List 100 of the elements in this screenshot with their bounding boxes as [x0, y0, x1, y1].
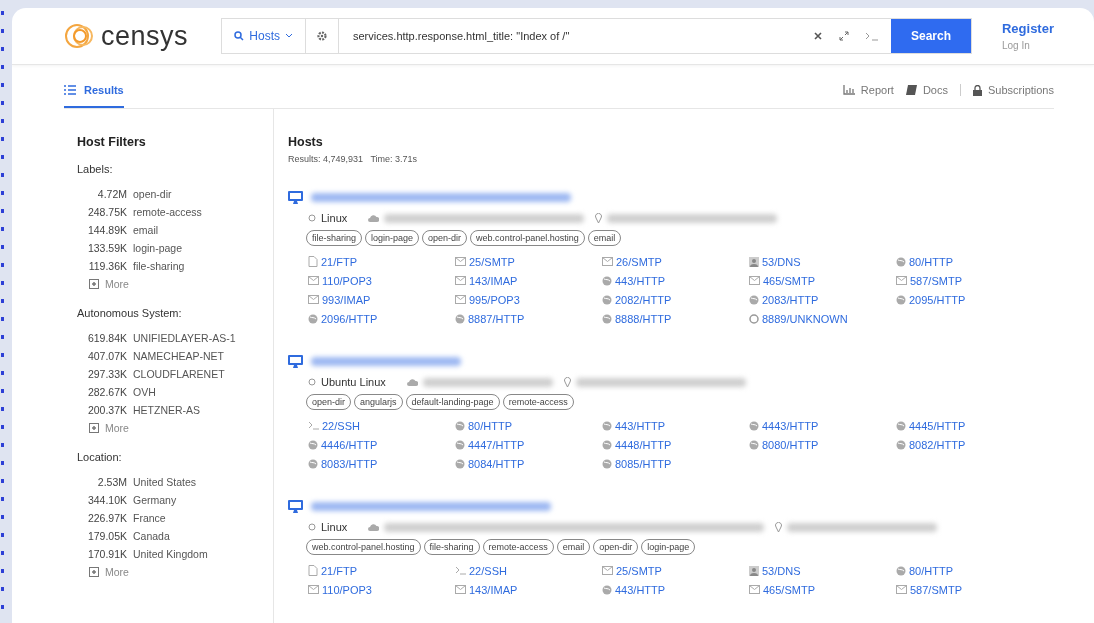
- port-link[interactable]: 4445/HTTP: [896, 416, 1043, 435]
- redacted-address[interactable]: [311, 356, 461, 366]
- port-link[interactable]: 993/IMAP: [308, 290, 455, 309]
- port-link[interactable]: 53/DNS: [749, 561, 896, 580]
- port-link[interactable]: 587/SMTP: [896, 271, 1043, 290]
- port-link[interactable]: 465/SMTP: [749, 580, 896, 599]
- filter-item[interactable]: 297.33K CLOUDFLARENET: [77, 365, 273, 383]
- port-link[interactable]: 8084/HTTP: [455, 454, 602, 473]
- globe-icon: [308, 313, 318, 324]
- report-link[interactable]: Report: [842, 84, 894, 96]
- globe-icon: [896, 256, 906, 267]
- redacted-address[interactable]: [311, 192, 571, 202]
- more-link[interactable]: More: [89, 419, 273, 437]
- port-link[interactable]: 8082/HTTP: [896, 435, 1043, 454]
- logo-wordmark: censys: [101, 20, 189, 52]
- envelope-icon: [455, 585, 466, 594]
- plus-box-icon: [89, 423, 99, 433]
- port-link[interactable]: 2095/HTTP: [896, 290, 1043, 309]
- file-icon: [308, 565, 318, 576]
- port-link[interactable]: 110/POP3: [308, 271, 455, 290]
- clear-icon[interactable]: [812, 31, 823, 42]
- filter-item[interactable]: 2.53M United States: [77, 473, 273, 491]
- port-link[interactable]: 110/POP3: [308, 580, 455, 599]
- login-link[interactable]: Log In: [1001, 40, 1054, 52]
- filter-item[interactable]: 4.72M open-dir: [77, 185, 273, 203]
- port-link[interactable]: 4443/HTTP: [749, 416, 896, 435]
- port-link[interactable]: 443/HTTP: [602, 271, 749, 290]
- filter-item[interactable]: 119.36K file-sharing: [77, 257, 273, 275]
- more-link[interactable]: More: [89, 563, 273, 581]
- envelope-icon: [896, 585, 907, 594]
- lock-icon: [972, 84, 982, 96]
- filter-item[interactable]: 619.84K UNIFIEDLAYER-AS-1: [77, 329, 273, 347]
- port-link[interactable]: 53/DNS: [749, 252, 896, 271]
- filter-item[interactable]: 179.05K Canada: [77, 527, 273, 545]
- port-link[interactable]: 21/FTP: [308, 561, 455, 580]
- filter-item[interactable]: 344.10K Germany: [77, 491, 273, 509]
- chevron-down-icon: [285, 33, 293, 40]
- port-link[interactable]: 8889/UNKNOWN: [749, 309, 896, 328]
- filter-item[interactable]: 144.89K email: [77, 221, 273, 239]
- port-link[interactable]: 4447/HTTP: [455, 435, 602, 454]
- port-link[interactable]: 587/SMTP: [896, 580, 1043, 599]
- envelope-icon: [602, 566, 613, 575]
- os-name: Ubuntu Linux: [321, 376, 386, 388]
- docs-link[interactable]: Docs: [905, 84, 948, 96]
- globe-icon: [749, 420, 759, 431]
- port-link[interactable]: 80/HTTP: [896, 252, 1043, 271]
- results-tab[interactable]: Results: [64, 84, 124, 108]
- port-link[interactable]: 80/HTTP: [896, 561, 1043, 580]
- port-link[interactable]: 2083/HTTP: [749, 290, 896, 309]
- port-link[interactable]: 22/SSH: [308, 416, 455, 435]
- port-link[interactable]: 465/SMTP: [749, 271, 896, 290]
- filter-item[interactable]: 226.97K France: [77, 509, 273, 527]
- port-link[interactable]: 80/HTTP: [455, 416, 602, 435]
- plus-box-icon: [89, 567, 99, 577]
- settings-icon: [316, 30, 328, 43]
- register-link[interactable]: Register: [1001, 21, 1054, 37]
- port-link[interactable]: 26/SMTP: [602, 252, 749, 271]
- port-link[interactable]: 2082/HTTP: [602, 290, 749, 309]
- filter-item[interactable]: 248.75K remote-access: [77, 203, 273, 221]
- port-link[interactable]: 4448/HTTP: [602, 435, 749, 454]
- envelope-icon: [308, 276, 319, 285]
- port-link[interactable]: 143/IMAP: [455, 580, 602, 599]
- port-link[interactable]: 8083/HTTP: [308, 454, 455, 473]
- port-link[interactable]: 21/FTP: [308, 252, 455, 271]
- port-link[interactable]: 25/SMTP: [602, 561, 749, 580]
- monitor-icon: [288, 499, 303, 513]
- envelope-icon: [455, 295, 466, 304]
- plus-box-icon: [89, 279, 99, 289]
- envelope-icon: [455, 276, 466, 285]
- port-link[interactable]: 25/SMTP: [455, 252, 602, 271]
- filter-item[interactable]: 407.07K NAMECHEAP-NET: [77, 347, 273, 365]
- port-link[interactable]: 2096/HTTP: [308, 309, 455, 328]
- port-link[interactable]: 8887/HTTP: [455, 309, 602, 328]
- subscriptions-link[interactable]: Subscriptions: [972, 84, 1054, 96]
- redacted-address[interactable]: [311, 501, 551, 511]
- port-link[interactable]: 22/SSH: [455, 561, 602, 580]
- os-name: Linux: [321, 521, 348, 533]
- more-link[interactable]: More: [89, 275, 273, 293]
- os-name: Linux: [321, 212, 348, 224]
- filter-item[interactable]: 200.37K HETZNER-AS: [77, 401, 273, 419]
- person-card-icon: [749, 256, 759, 267]
- port-link[interactable]: 995/POP3: [455, 290, 602, 309]
- port-link[interactable]: 443/HTTP: [602, 580, 749, 599]
- port-link[interactable]: 443/HTTP: [602, 416, 749, 435]
- globe-icon: [602, 275, 612, 286]
- expand-icon[interactable]: [838, 31, 849, 42]
- port-link[interactable]: 8888/HTTP: [602, 309, 749, 328]
- port-link[interactable]: 143/IMAP: [455, 271, 602, 290]
- search-button[interactable]: Search: [890, 19, 971, 54]
- port-link[interactable]: 4446/HTTP: [308, 435, 455, 454]
- globe-icon: [455, 439, 465, 450]
- port-link[interactable]: 8085/HTTP: [602, 454, 749, 473]
- filter-item[interactable]: 133.59K login-page: [77, 239, 273, 257]
- filter-item[interactable]: 282.67K OVH: [77, 383, 273, 401]
- port-link[interactable]: 8080/HTTP: [749, 435, 896, 454]
- terminal-icon[interactable]: [864, 31, 879, 42]
- globe-icon: [749, 294, 759, 305]
- filters-heading: Host Filters: [77, 135, 147, 149]
- envelope-icon: [749, 276, 760, 285]
- filter-item[interactable]: 170.91K United Kingdom: [77, 545, 273, 563]
